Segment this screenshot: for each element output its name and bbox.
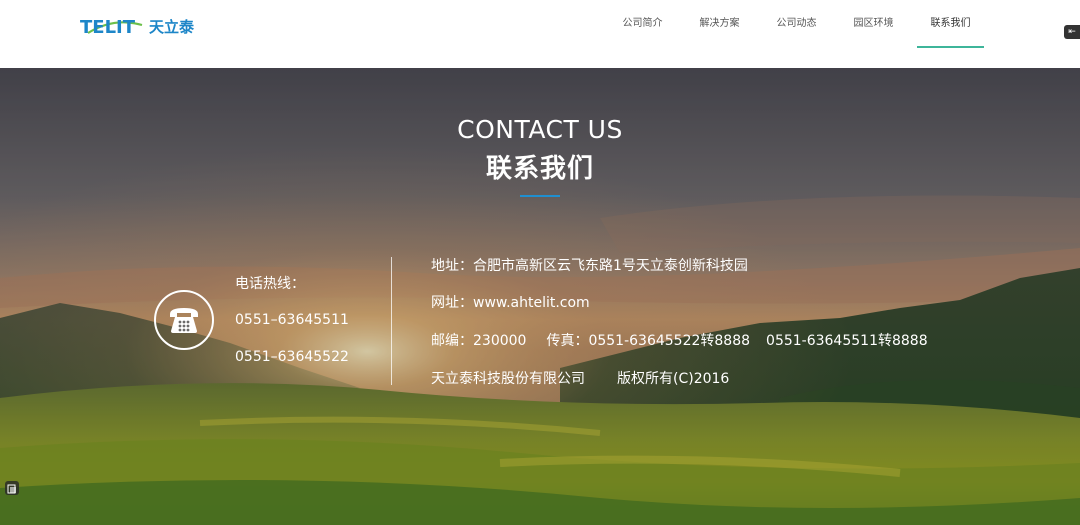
- nav-item-contact[interactable]: 联系我们: [912, 0, 989, 48]
- site-logo[interactable]: TELIT 天立泰: [80, 12, 194, 40]
- company-copyright-line: 天立泰科技股份有限公司 版权所有(C)2016: [431, 368, 729, 388]
- site-header: TELIT 天立泰 公司简介 解决方案 公司动态 园区环境 联系我们 ⇤: [0, 0, 1080, 68]
- website-link[interactable]: 网址：www.ahtelit.com: [431, 292, 590, 312]
- logo-latin-text: TELIT: [80, 17, 136, 38]
- nav-item-campus[interactable]: 园区环境: [835, 0, 912, 48]
- postcode-text: 邮编：230000: [431, 333, 527, 349]
- nav-item-about[interactable]: 公司简介: [604, 0, 681, 48]
- telit-logo-mark: TELIT: [80, 17, 143, 38]
- hotline-label: 电话热线：: [235, 276, 305, 292]
- copy-icon[interactable]: [5, 481, 19, 495]
- telephone-glyph: [170, 308, 198, 333]
- fax-text: 传真：0551-63645522转8888: [546, 333, 751, 349]
- phone-number-2: 0551–63645522: [235, 349, 349, 365]
- title-underline: [520, 195, 560, 197]
- page-title-en: CONTACT US: [457, 115, 623, 144]
- logo-cn-text: 天立泰: [149, 17, 195, 36]
- collapse-arrow-icon[interactable]: ⇤: [1064, 25, 1080, 39]
- nav-item-solutions[interactable]: 解决方案: [681, 0, 758, 48]
- info-divider: [391, 257, 392, 385]
- main-nav: 公司简介 解决方案 公司动态 园区环境 联系我们: [604, 0, 989, 50]
- postcode-fax-line: 邮编：230000 传真：0551-63645522转8888 0551-63645…: [431, 330, 928, 350]
- phone-number-1: 0551–63645511: [235, 312, 349, 328]
- copyright-text: 版权所有(C)2016: [617, 371, 730, 387]
- fax-text-2: 0551-63645511转8888: [766, 333, 928, 349]
- company-name: 天立泰科技股份有限公司: [431, 371, 585, 387]
- nav-item-news[interactable]: 公司动态: [758, 0, 835, 48]
- page-title-cn: 联系我们: [485, 154, 594, 184]
- telephone-icon: [154, 290, 214, 350]
- address-text: 地址：合肥市高新区云飞东路1号天立泰创新科技园: [431, 258, 748, 274]
- contact-hero: CONTACT US 联系我们 电话热线： 0551–63645511 0551…: [0, 68, 1080, 525]
